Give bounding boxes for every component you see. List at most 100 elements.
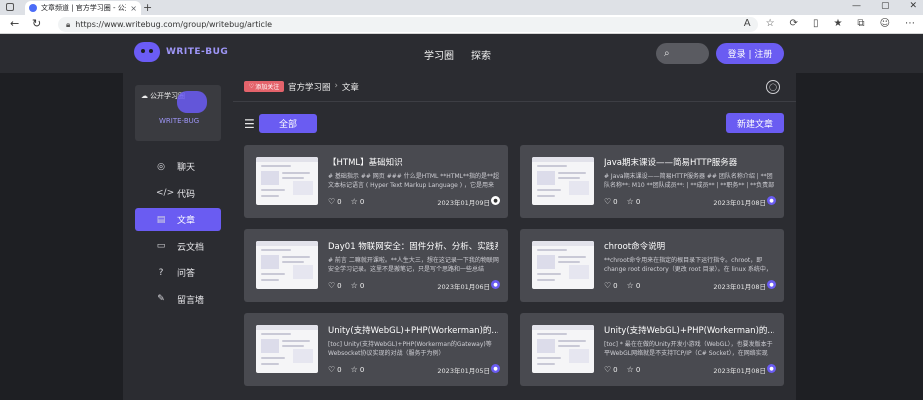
article-card[interactable]: 【HTML】基础知识 # 基础指示 ## 网页 ### 什么是HTML **HTM… — [244, 145, 508, 218]
article-thumbnail — [256, 325, 318, 373]
like-stat[interactable]: ♡ 0 — [604, 365, 618, 374]
code-icon: </> — [156, 188, 175, 198]
sidebar-item-label: 代码 — [177, 189, 196, 200]
article-stats: ♡ 0 ☆ 0 — [328, 365, 364, 374]
author-avatar-icon[interactable]: ● — [767, 280, 776, 289]
article-stats: ♡ 0 ☆ 0 — [328, 197, 364, 206]
favorite-stat[interactable]: ☆ 0 — [351, 281, 365, 290]
article-card[interactable]: Unity(支持WebGL)+PHP(Workerman)的... [toc] *… — [520, 313, 784, 386]
favorite-stat[interactable]: ☆ 0 — [627, 197, 641, 206]
sidebar-item-label: 聊天 — [177, 163, 196, 173]
back-icon[interactable]: ← — [10, 17, 19, 30]
favorite-stat[interactable]: ☆ 0 — [351, 365, 365, 374]
favorites-icon[interactable]: ★ — [833, 18, 842, 29]
article-date: 2023年01月06日 — [437, 283, 490, 291]
author-avatar-icon[interactable]: ● — [767, 364, 776, 373]
page-gutter-left — [0, 73, 123, 400]
more-icon[interactable]: ⋯ — [905, 18, 915, 29]
filter-all-button[interactable]: 全部 — [259, 114, 317, 133]
article-thumbnail — [532, 241, 594, 289]
author-avatar-icon[interactable]: ● — [491, 364, 500, 373]
heart-icon: ♡ — [604, 197, 612, 206]
sidebar-item[interactable]: ▤ 文章 — [135, 208, 221, 231]
minimize-button[interactable]: — — [852, 1, 861, 11]
favorite-count: 0 — [359, 366, 365, 374]
heart-icon: ♡ — [604, 281, 612, 290]
article-excerpt: # 基础指示 ## 网页 ### 什么是HTML **HTML**指的是**超文… — [328, 173, 500, 189]
menu-icon[interactable]: ☰ — [244, 117, 255, 131]
nav-explore[interactable]: 探索 — [471, 47, 491, 62]
star-icon: ☆ — [626, 281, 634, 290]
question-icon: ? — [158, 267, 164, 278]
breadcrumb-separator-icon: › — [334, 81, 338, 91]
article-card[interactable]: Day01 物联网安全：固件分析、分析、实践系统 # 前言 二嘛就开课啦。**人生… — [244, 229, 508, 302]
like-stat[interactable]: ♡ 0 — [604, 197, 618, 206]
brand-name: WRITE-BUG — [166, 47, 229, 57]
article-excerpt: # Java期末课设——简易HTTP服务器 ## 团队名称介绍 | **团队名称… — [604, 173, 775, 189]
heart-icon: ♡ — [248, 83, 255, 90]
sidebar-item[interactable]: ◎ 聊天 — [135, 155, 221, 178]
like-stat[interactable]: ♡ 0 — [328, 197, 342, 206]
star-icon: ☆ — [350, 281, 358, 290]
close-window-button[interactable]: ✕ — [909, 1, 917, 11]
article-card[interactable]: Java期末课设——简易HTTP服务器 # Java期末课设——简易HTTP服务器… — [520, 145, 784, 218]
like-count: 0 — [337, 198, 342, 206]
new-tab-button[interactable]: + — [143, 1, 152, 14]
article-date: 2023年01月09日 — [437, 199, 490, 207]
heart-icon: ♡ — [604, 365, 612, 374]
sidebar-item[interactable]: ▭ 云文档 — [135, 235, 221, 258]
read-aloud-icon[interactable]: A — [744, 18, 751, 29]
search-button[interactable]: ⌕ — [656, 43, 709, 64]
author-avatar-icon[interactable]: ● — [767, 196, 776, 205]
user-icon[interactable]: ◯ — [766, 80, 780, 94]
article-title[interactable]: 【HTML】基础知识 — [328, 156, 498, 168]
browser-tab[interactable]: 文章频道 | 官方学习圈 - 公开学... × — [25, 1, 141, 15]
sidebar-item[interactable]: ? 问答 — [135, 261, 221, 284]
star-icon: ☆ — [350, 365, 358, 374]
article-card[interactable]: chroot命令说明 **chroot命令用来在指定的根目录下运行指令。chroo… — [520, 229, 784, 302]
article-icon: ▤ — [156, 214, 166, 225]
folder-icon: ▭ — [156, 241, 166, 251]
follow-button[interactable]: ♡ 添加关注 — [244, 81, 284, 92]
tab-actions-icon[interactable] — [6, 3, 14, 11]
sidebar-item-label: 问答 — [177, 269, 196, 279]
site-logo[interactable]: WRITE-BUG — [134, 42, 228, 62]
new-article-button[interactable]: 新建文章 — [726, 113, 784, 133]
group-card[interactable]: ☁ 公开学习圈 WRITE-BUG — [135, 85, 221, 141]
article-title[interactable]: Day01 物联网安全：固件分析、分析、实践系统 — [328, 240, 498, 252]
profile-icon[interactable]: ☺ — [880, 18, 890, 29]
sidebar-item[interactable]: </> 代码 — [135, 182, 221, 205]
author-avatar-icon[interactable]: ● — [491, 196, 500, 205]
tab-close-icon[interactable]: × — [130, 4, 137, 13]
login-register-button[interactable]: 登录 | 注册 — [716, 43, 784, 64]
like-count: 0 — [337, 366, 342, 374]
article-excerpt: [toc] * 最在在做的Unity开发小游戏（WebGL），也要发版本于平We… — [604, 341, 773, 357]
article-title[interactable]: Unity(支持WebGL)+PHP(Workerman)的... — [328, 324, 498, 336]
favorite-stat[interactable]: ☆ 0 — [627, 281, 641, 290]
article-card[interactable]: Unity(支持WebGL)+PHP(Workerman)的... [toc] U… — [244, 313, 508, 386]
like-stat[interactable]: ♡ 0 — [328, 281, 342, 290]
breadcrumb-group[interactable]: 官方学习圈 — [288, 81, 331, 93]
group-brand: WRITE-BUG — [159, 117, 200, 125]
nav-learning-circle[interactable]: 学习圈 — [424, 47, 454, 62]
extensions-icon[interactable]: ⟳ — [790, 18, 798, 29]
favorite-stat[interactable]: ☆ 0 — [351, 197, 365, 206]
article-stats: ♡ 0 ☆ 0 — [604, 197, 640, 206]
favorite-stat[interactable]: ☆ 0 — [627, 365, 641, 374]
favorite-star-icon[interactable]: ☆ — [766, 18, 775, 29]
star-icon: ☆ — [626, 365, 634, 374]
collections-icon[interactable]: ⧉ — [857, 18, 864, 29]
author-avatar-icon[interactable]: ● — [491, 280, 500, 289]
sidebar: ☁ 公开学习圈 WRITE-BUG ◎ 聊天 </> 代码 ▤ 文章 ▭ 云文档? 问答 ✎ 留言墙 — [123, 73, 233, 400]
maximize-button[interactable]: ▢ — [881, 1, 890, 11]
split-screen-icon[interactable]: ▯ — [813, 18, 819, 29]
sidebar-item[interactable]: ✎ 留言墙 — [135, 288, 221, 311]
heart-icon: ♡ — [328, 365, 336, 374]
url-field[interactable]: 🔒︎ https://www.writebug.com/group/writeb… — [58, 17, 758, 32]
article-title[interactable]: chroot命令说明 — [604, 240, 774, 252]
refresh-icon[interactable]: ↻ — [32, 17, 41, 30]
article-title[interactable]: Java期末课设——简易HTTP服务器 — [604, 156, 774, 168]
article-title[interactable]: Unity(支持WebGL)+PHP(Workerman)的... — [604, 324, 774, 336]
like-stat[interactable]: ♡ 0 — [604, 281, 618, 290]
like-stat[interactable]: ♡ 0 — [328, 365, 342, 374]
